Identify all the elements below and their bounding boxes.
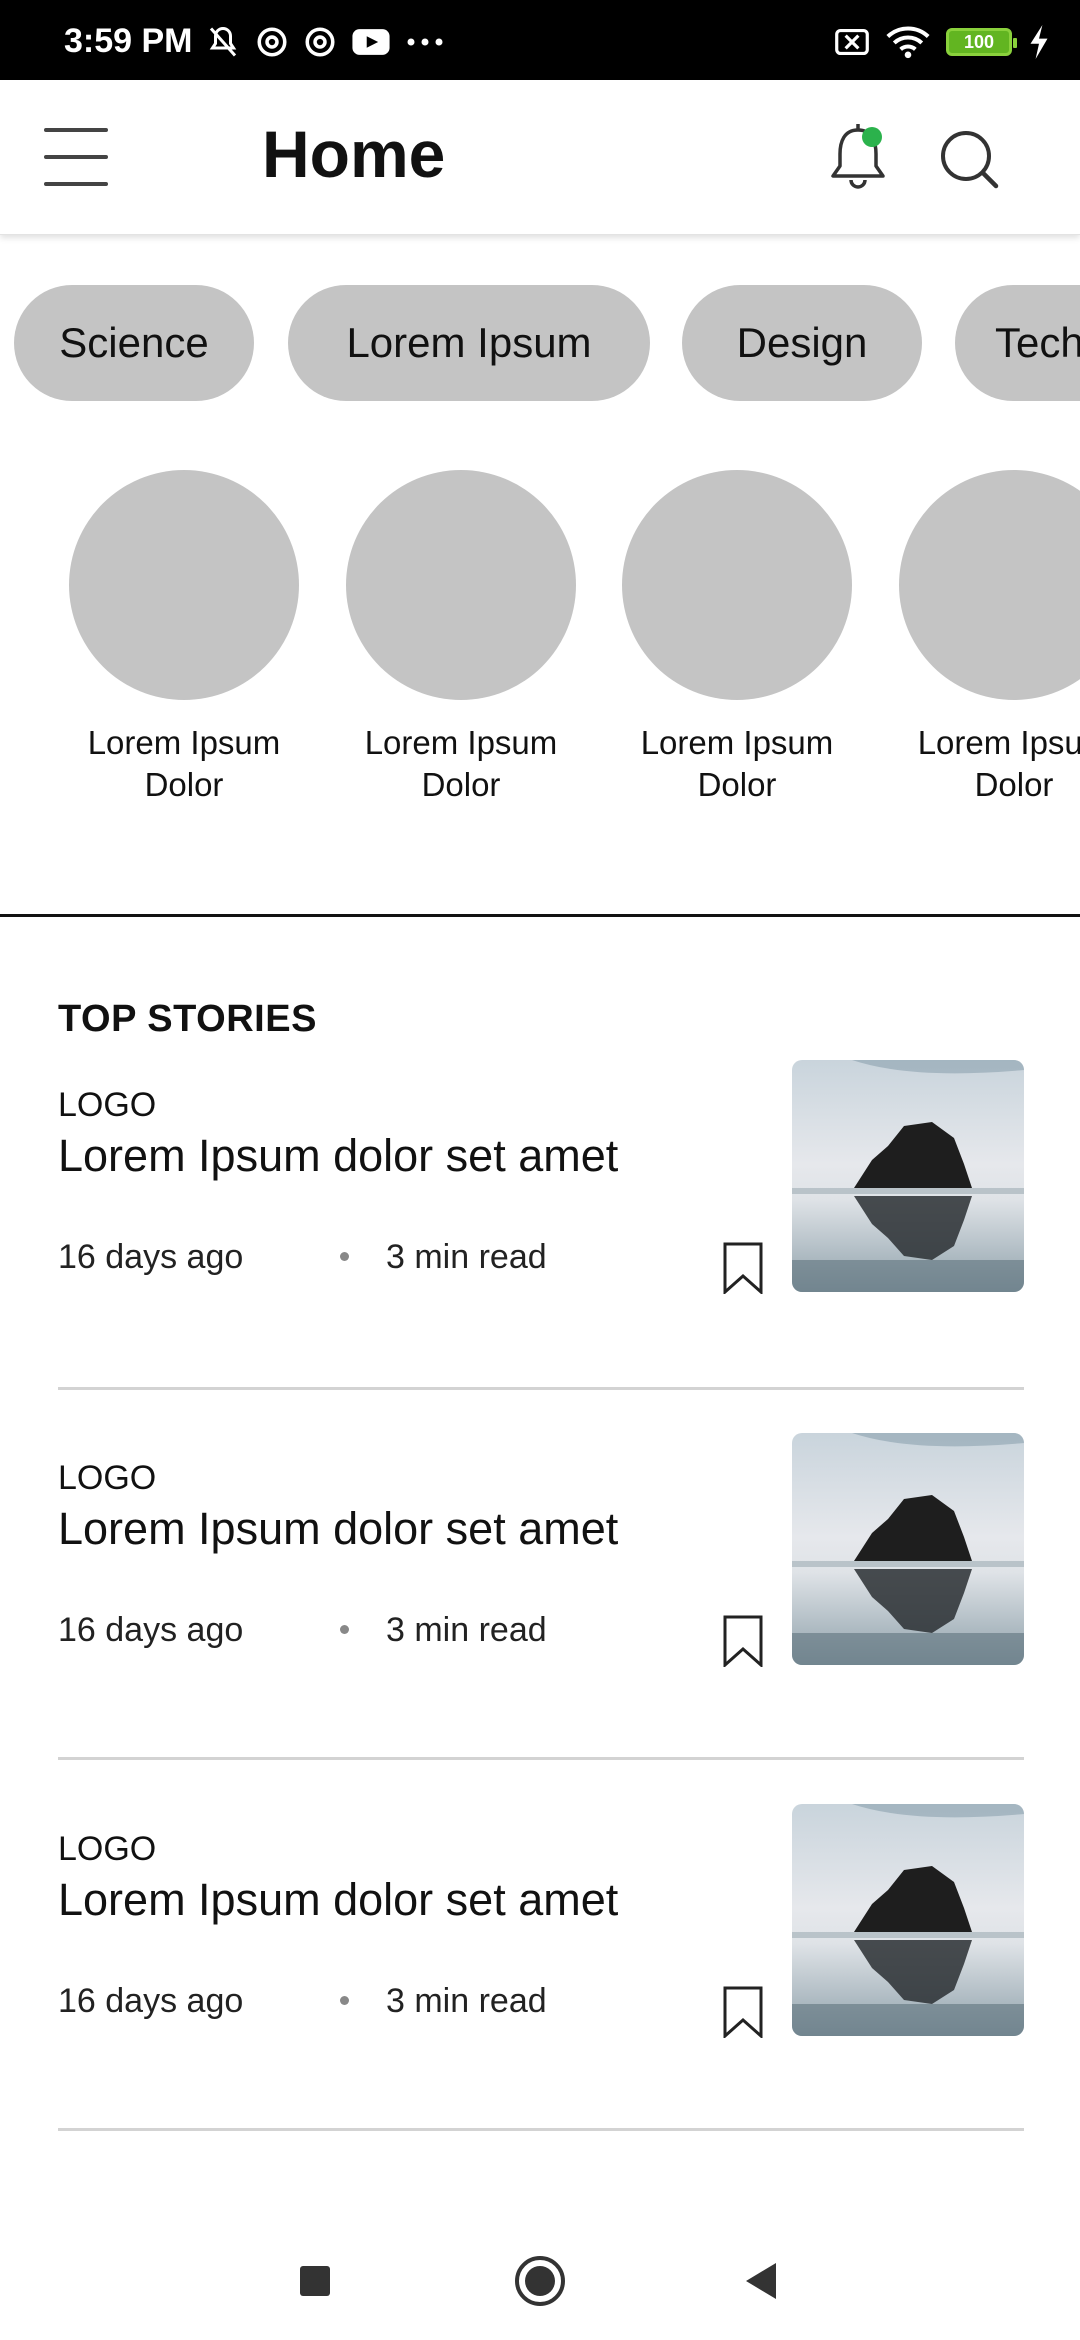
story-thumbnail[interactable] (792, 1433, 1024, 1665)
story-thumbnail[interactable] (792, 1060, 1024, 1292)
section-divider (0, 914, 1080, 917)
story-card[interactable]: LOGO Lorem Ipsum dolor set amet 16 days … (58, 1060, 1024, 1386)
bookmark-button[interactable] (722, 1615, 764, 1669)
story-logo: LOGO (58, 1830, 157, 1868)
story-read-time: 3 min read (386, 1982, 547, 2020)
charging-icon (1028, 25, 1050, 59)
app-bar: Home (0, 80, 1080, 235)
bookmark-icon (723, 1986, 763, 2040)
circle-carousel: Lorem Ipsum Dolor Lorem Ipsum Dolor Lore… (0, 470, 1080, 830)
menu-icon-line (44, 182, 108, 186)
story-read-time: 3 min read (386, 1238, 547, 1276)
home-circle-icon (515, 2256, 565, 2306)
bookmark-icon (723, 1242, 763, 1296)
circle-avatar (622, 470, 852, 700)
separator-dot (340, 1252, 349, 1261)
back-triangle-icon (746, 2263, 776, 2299)
status-icons-left (205, 26, 445, 58)
battery-level: 100 (963, 31, 995, 52)
at-sign-icon (303, 26, 337, 58)
circle-avatar (899, 470, 1080, 700)
at-sign-icon (255, 26, 289, 58)
search-icon (941, 131, 999, 189)
story-title[interactable]: Lorem Ipsum dolor set amet (58, 1874, 618, 1926)
circle-item[interactable]: Lorem Ipsum Dolor (607, 470, 867, 806)
chip-label: Tech (995, 319, 1080, 366)
circle-item[interactable]: Lorem Ipsum Dolor (884, 470, 1080, 806)
status-icons-right: 100 (834, 25, 1050, 59)
story-title[interactable]: Lorem Ipsum dolor set amet (58, 1130, 618, 1182)
circle-label: Lorem Ipsum Dolor (54, 722, 314, 806)
recents-button[interactable] (280, 2246, 350, 2316)
chip-label: Science (59, 319, 209, 366)
story-logo: LOGO (58, 1086, 157, 1124)
circle-label-line: Dolor (144, 766, 224, 803)
menu-icon-line (44, 155, 108, 159)
menu-icon-line (44, 128, 108, 132)
home-button[interactable] (505, 2246, 575, 2316)
circle-item[interactable]: Lorem Ipsum Dolor (331, 470, 591, 806)
chip-tech[interactable]: Tech (955, 285, 1080, 401)
wifi-icon (886, 26, 930, 59)
more-dots-icon (405, 26, 445, 58)
story-separator (58, 1387, 1024, 1390)
square-icon (300, 2266, 330, 2296)
chip-lorem-ipsum[interactable]: Lorem Ipsum (288, 285, 650, 401)
story-card[interactable]: LOGO Lorem Ipsum dolor set amet 16 days … (58, 1804, 1024, 2130)
youtube-icon (351, 26, 391, 58)
page-title: Home (262, 117, 446, 191)
chip-design[interactable]: Design (682, 285, 922, 401)
circle-avatar (346, 470, 576, 700)
story-separator (58, 1757, 1024, 1760)
circle-label-line: Lorem Ipsum (364, 724, 558, 761)
status-time: 3:59 PM (64, 22, 193, 60)
bookmark-button[interactable] (722, 1242, 764, 1296)
circle-label-line: Lorem Ipsum (917, 724, 1080, 761)
story-date: 16 days ago (58, 1238, 244, 1276)
story-separator (58, 2128, 1024, 2131)
separator-dot (340, 1996, 349, 2005)
story-read-time: 3 min read (386, 1611, 547, 1649)
chip-label: Lorem Ipsum (346, 319, 592, 366)
status-bar: 3:59 PM 100 (0, 0, 1080, 80)
bell-icon (831, 124, 885, 189)
chip-label: Design (736, 319, 868, 366)
bookmark-button[interactable] (722, 1986, 764, 2040)
battery-icon: 100 (946, 28, 1017, 56)
chip-science[interactable]: Science (14, 285, 254, 401)
bell-off-icon (205, 26, 241, 58)
system-nav-bar (0, 2220, 1080, 2340)
bookmark-icon (723, 1615, 763, 1669)
story-card[interactable]: LOGO Lorem Ipsum dolor set amet 16 days … (58, 1433, 1024, 1759)
separator-dot (340, 1625, 349, 1634)
story-title[interactable]: Lorem Ipsum dolor set amet (58, 1503, 618, 1555)
circle-label-line: Dolor (974, 766, 1054, 803)
circle-label-line: Dolor (421, 766, 501, 803)
circle-label: Lorem Ipsum Dolor (884, 722, 1080, 806)
back-button[interactable] (726, 2246, 796, 2316)
sim-off-icon (834, 26, 870, 58)
story-date: 16 days ago (58, 1611, 244, 1649)
story-logo: LOGO (58, 1459, 157, 1497)
category-chips: Science Lorem Ipsum Design Tech (14, 285, 1080, 401)
top-stories-heading: TOP STORIES (58, 998, 317, 1040)
story-thumbnail[interactable] (792, 1804, 1024, 2036)
notifications-button[interactable] (820, 120, 896, 196)
circle-avatar (69, 470, 299, 700)
circle-label-line: Dolor (697, 766, 777, 803)
search-button[interactable] (934, 124, 1006, 196)
circle-label-line: Lorem Ipsum (87, 724, 281, 761)
story-date: 16 days ago (58, 1982, 244, 2020)
circle-item[interactable]: Lorem Ipsum Dolor (54, 470, 314, 806)
circle-label: Lorem Ipsum Dolor (607, 722, 867, 806)
notification-dot (862, 127, 882, 147)
circle-label: Lorem Ipsum Dolor (331, 722, 591, 806)
menu-button[interactable] (44, 125, 108, 189)
circle-label-line: Lorem Ipsum (640, 724, 834, 761)
